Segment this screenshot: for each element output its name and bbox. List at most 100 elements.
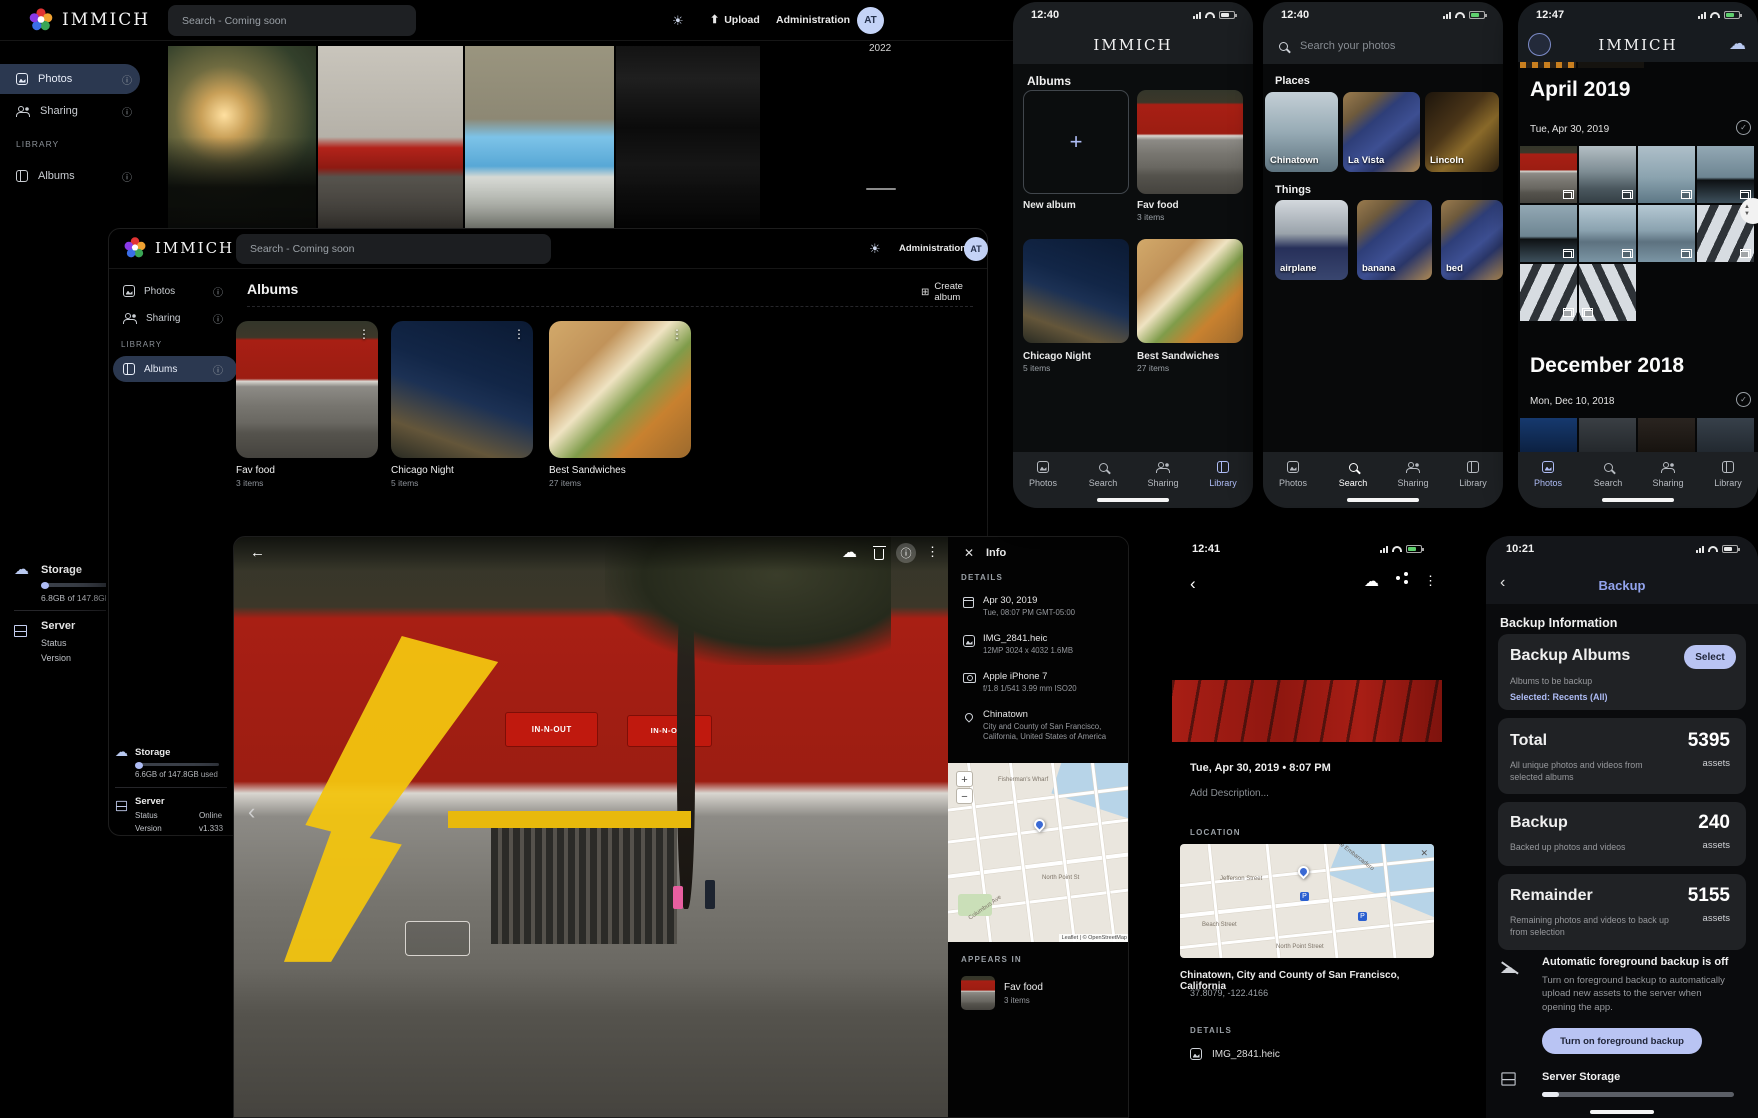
nav-search[interactable]: Search — [1323, 460, 1383, 488]
previous-photo-arrow[interactable]: ‹ — [248, 799, 255, 825]
sidebar-item-sharing[interactable]: Sharing ⓘ — [113, 305, 237, 331]
trash-icon[interactable] — [874, 549, 884, 560]
photo-thumbnail[interactable] — [1697, 418, 1754, 452]
photo-thumbnail[interactable] — [318, 46, 464, 228]
photo-strip[interactable] — [1172, 680, 1442, 742]
sidebar-item-albums[interactable]: Albums ⓘ — [113, 356, 237, 382]
place-tile-lincoln[interactable]: Lincoln — [1425, 92, 1499, 172]
avatar[interactable]: AT — [857, 7, 884, 34]
sidebar-item-photos[interactable]: Photos ⓘ — [113, 278, 237, 304]
album-menu-icon[interactable]: ⋮ — [671, 327, 683, 341]
album-card-fav-food[interactable]: ⋮ — [236, 321, 378, 458]
photo-thumbnail[interactable] — [1579, 146, 1636, 203]
turn-on-foreground-backup-button[interactable]: Turn on foreground backup — [1542, 1028, 1702, 1054]
more-menu-icon[interactable]: ⋮ — [1424, 573, 1437, 589]
photo-thumbnail[interactable] — [1638, 146, 1695, 203]
thing-tile-airplane[interactable]: airplane — [1275, 200, 1348, 280]
photo-thumbnail[interactable] — [1579, 205, 1636, 262]
administration-link[interactable]: Administration — [899, 243, 966, 254]
location-map[interactable]: The Embarcadero Jefferson Street Beach S… — [1180, 844, 1434, 958]
thing-tile-banana[interactable]: banana — [1357, 200, 1432, 280]
nav-library[interactable]: Library — [1443, 460, 1503, 488]
album-name[interactable]: Best Sandwiches — [549, 465, 626, 476]
administration-link[interactable]: Administration — [776, 14, 850, 26]
album-name[interactable]: Chicago Night — [391, 465, 454, 476]
theme-toggle-sun-icon[interactable]: ☀ — [672, 13, 684, 29]
search-input[interactable]: Search - Coming soon — [168, 5, 416, 36]
map-zoom-in-button[interactable]: + — [956, 771, 973, 787]
sidebar-item-sharing[interactable]: Sharing ⓘ — [0, 96, 140, 126]
info-icon[interactable]: ⓘ — [122, 72, 132, 87]
album-card-chicago-night[interactable] — [1023, 239, 1129, 343]
photo-thumbnail[interactable] — [1697, 146, 1754, 203]
home-indicator[interactable] — [1590, 1110, 1654, 1114]
nav-photos[interactable]: Photos — [1013, 460, 1073, 488]
photo-thumbnail[interactable] — [1520, 146, 1577, 203]
theme-toggle-sun-icon[interactable]: ☀ — [869, 241, 881, 257]
nav-search[interactable]: Search — [1578, 460, 1638, 488]
home-indicator[interactable] — [1602, 498, 1674, 502]
nav-sharing[interactable]: Sharing — [1638, 460, 1698, 488]
info-icon[interactable]: ⓘ — [213, 284, 223, 299]
upload-button[interactable]: ⬆ Upload — [710, 13, 760, 26]
photo-thumbnail[interactable] — [1579, 418, 1636, 452]
back-arrow-icon[interactable]: ‹ — [1190, 574, 1196, 594]
photo-thumbnail[interactable] — [1520, 205, 1577, 262]
photo-thumbnail[interactable] — [1638, 205, 1695, 262]
sidebar-item-albums[interactable]: Albums ⓘ — [0, 161, 140, 191]
search-input[interactable]: Search your photos — [1279, 40, 1395, 52]
backup-cloud-icon[interactable]: ☁ — [1729, 35, 1746, 52]
photo-thumbnail[interactable] — [1520, 264, 1577, 321]
album-menu-icon[interactable]: ⋮ — [513, 327, 525, 341]
nav-library[interactable]: Library — [1698, 460, 1758, 488]
thing-tile-bed[interactable]: bed — [1441, 200, 1503, 280]
photo-thumbnail[interactable] — [1579, 264, 1636, 321]
photo-thumbnail[interactable] — [1638, 418, 1695, 452]
immich-logo[interactable]: IMMICH — [28, 7, 150, 33]
photo-thumbnail[interactable] — [616, 46, 760, 228]
upload-cloud-icon[interactable]: ☁ — [1364, 574, 1379, 589]
share-icon[interactable] — [1396, 576, 1400, 580]
immich-logo[interactable]: IMMICH — [123, 236, 234, 260]
album-card-best-sandwiches[interactable]: ⋮ — [549, 321, 691, 458]
nav-sharing[interactable]: Sharing — [1383, 460, 1443, 488]
select-day-check-icon[interactable]: ✓ — [1736, 392, 1751, 407]
photo-thumbnail[interactable] — [168, 46, 316, 228]
place-tile-chinatown[interactable]: Chinatown — [1265, 92, 1338, 172]
album-menu-icon[interactable]: ⋮ — [358, 327, 370, 341]
nav-library[interactable]: Library — [1193, 460, 1253, 488]
info-icon[interactable]: ⓘ — [213, 311, 223, 326]
upload-cloud-icon[interactable]: ☁ — [842, 545, 857, 560]
album-card-best-sandwiches[interactable] — [1137, 239, 1243, 343]
back-arrow-icon[interactable]: ← — [250, 544, 265, 561]
home-indicator[interactable] — [1347, 498, 1419, 502]
description-field[interactable]: Add Description... — [1190, 788, 1269, 799]
map-close-icon[interactable]: ✕ — [1420, 848, 1428, 859]
album-card-chicago-night[interactable]: ⋮ — [391, 321, 533, 458]
album-card-fav-food[interactable] — [1137, 90, 1243, 194]
select-button[interactable]: Select — [1684, 645, 1736, 669]
home-indicator[interactable] — [1097, 498, 1169, 502]
sidebar-item-photos[interactable]: Photos ⓘ — [0, 64, 140, 94]
map-attribution[interactable]: Leaflet | © OpenStreetMap — [1059, 934, 1129, 942]
map-zoom-out-button[interactable]: − — [956, 788, 973, 804]
avatar[interactable]: AT — [964, 237, 988, 261]
nav-photos[interactable]: Photos — [1518, 460, 1578, 488]
photo-thumbnail[interactable] — [1520, 418, 1577, 452]
info-icon[interactable]: ⓘ — [122, 104, 132, 119]
info-icon[interactable]: ⓘ — [896, 543, 916, 563]
place-tile-la-vista[interactable]: La Vista — [1343, 92, 1420, 172]
nav-sharing[interactable]: Sharing — [1133, 460, 1193, 488]
nav-photos[interactable]: Photos — [1263, 460, 1323, 488]
create-album-button[interactable]: ⊞ Create album — [921, 281, 987, 303]
album-name[interactable]: Fav food — [236, 465, 275, 476]
info-icon[interactable]: ⓘ — [122, 169, 132, 184]
appears-in-album-row[interactable]: Fav food 3 items — [961, 973, 1121, 1013]
close-icon[interactable]: ✕ — [964, 546, 974, 560]
info-icon[interactable]: ⓘ — [213, 362, 223, 377]
location-map[interactable]: Fisherman's Wharf North Point St Columbu… — [948, 763, 1129, 942]
search-input[interactable]: Search - Coming soon — [236, 234, 551, 264]
more-menu-icon[interactable]: ⋮ — [926, 544, 939, 560]
new-album-card[interactable]: + — [1023, 90, 1129, 194]
nav-search[interactable]: Search — [1073, 460, 1133, 488]
